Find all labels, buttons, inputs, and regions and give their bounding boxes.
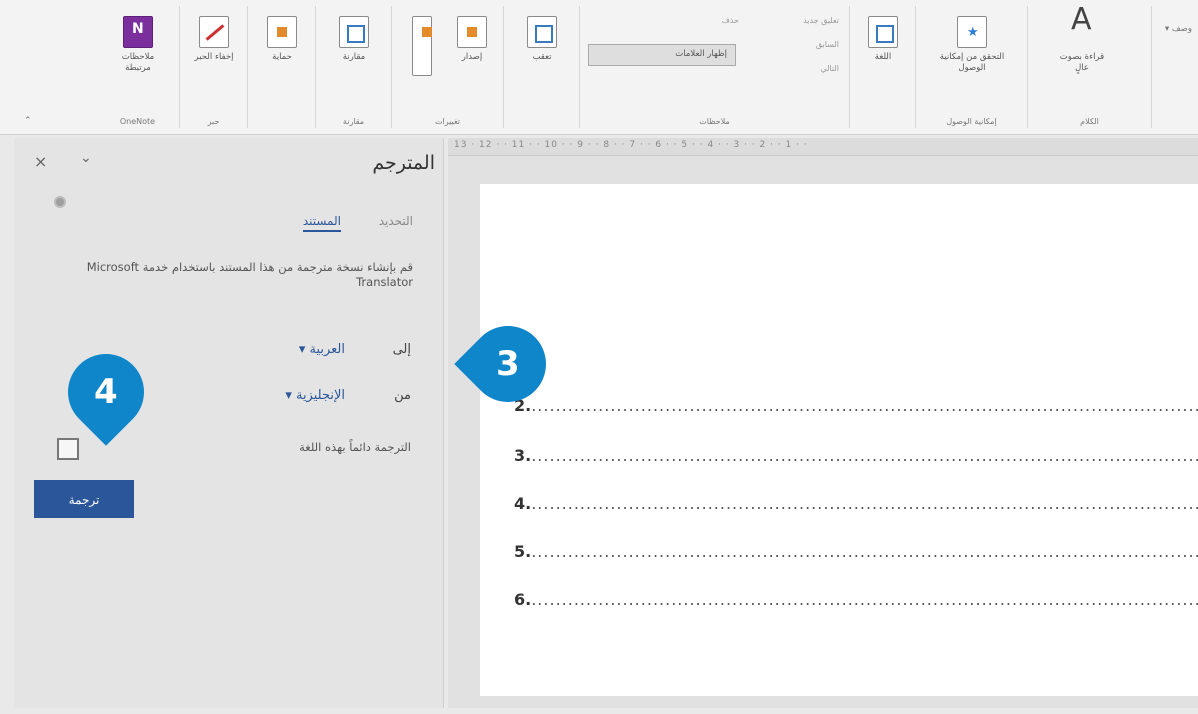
pane-title: المترجم [372, 152, 435, 174]
translate-button[interactable]: ترجمة [34, 480, 134, 518]
track-icon [527, 16, 557, 48]
speech-group: قراءة بصوت عالٍ الكلام [1028, 6, 1152, 128]
ruler-ticks: 13 · 12 · · 11 · · 10 · · 9 · · 8 · · 7 … [454, 140, 808, 150]
to-label: إلى [392, 342, 411, 357]
line-dots: ........................................… [531, 590, 1198, 609]
step-4-number: 4 [94, 371, 118, 412]
collapse-arrow-icon[interactable]: ⌃ [24, 116, 32, 126]
line-dots: ........................................… [531, 494, 1198, 513]
comments-group: تعليق جديد حذف السابق التالي ملاحظات [580, 6, 850, 128]
close-icon[interactable]: × [34, 152, 47, 171]
protect-button[interactable]: حماية [254, 16, 310, 63]
line-number: 5. [514, 542, 532, 561]
tab-selection[interactable]: التحديد [379, 214, 413, 228]
compare-icon [339, 16, 369, 48]
group-label-onenote: OneNote [119, 117, 156, 126]
language-group: اللغة [850, 6, 916, 128]
language-icon [868, 16, 898, 48]
ribbon: ملاحظات مرتبطة OneNote إخفاء الحبر حبر ح… [0, 0, 1198, 135]
tracking-group: تعقب [504, 6, 580, 128]
hide-ink-button[interactable]: إخفاء الحبر [186, 16, 242, 63]
previous-comment-button[interactable]: السابق [816, 40, 839, 49]
to-language-dropdown[interactable]: العربية ▾ [299, 342, 345, 357]
document-line: 6.......................................… [514, 590, 1198, 609]
delete-comment-button[interactable]: حذف [722, 16, 739, 25]
accept-icon [412, 16, 432, 76]
pane-description: قم بإنشاء نسخة مترجمة من هذا المستند باس… [86, 260, 413, 289]
group-label-speech: الكلام [1080, 117, 1099, 126]
onenote-icon [123, 16, 153, 48]
tab-document[interactable]: المستند [302, 214, 341, 232]
versions-button[interactable]: إصدار [448, 16, 496, 63]
line-number: 3. [514, 446, 532, 465]
line-dots: ........................................… [531, 446, 1198, 465]
settings-icon[interactable] [54, 196, 66, 208]
read-aloud-button[interactable]: قراءة بصوت عالٍ [1052, 14, 1112, 74]
always-translate-label: الترجمة دائماً بهذه اللغة [299, 440, 411, 454]
from-language-dropdown[interactable]: الإنجليزية ▾ [285, 388, 345, 403]
ribbon-more-dropdown[interactable]: وصف ▾ [1165, 24, 1192, 34]
check-accessibility-button[interactable]: التحقق من إمكانية الوصول [926, 16, 1018, 74]
compare-group: مقارنة مقارنة [316, 6, 392, 128]
document-page[interactable]: 2.......................................… [480, 184, 1198, 696]
group-label-ink: حبر [207, 117, 220, 126]
document-line: 3.......................................… [514, 446, 1198, 465]
changes-group: إصدار تغييرات [392, 6, 504, 128]
line-dots: ........................................… [531, 542, 1198, 561]
document-area: 2.......................................… [448, 156, 1198, 708]
new-comment-button[interactable]: تعليق جديد [803, 16, 839, 25]
line-number: 6. [514, 590, 532, 609]
linked-notes-button[interactable]: ملاحظات مرتبطة [108, 16, 168, 74]
chevron-down-icon[interactable]: ⌄ [80, 150, 92, 166]
accessibility-group: التحقق من إمكانية الوصول إمكانية الوصول [916, 6, 1028, 128]
accept-reject-buttons[interactable] [402, 16, 442, 80]
document-line: 5.......................................… [514, 542, 1198, 561]
onenote-group: ملاحظات مرتبطة OneNote [96, 6, 180, 128]
ruler: 13 · 12 · · 11 · · 10 · · 9 · · 8 · · 7 … [448, 138, 1198, 156]
pen-icon [199, 16, 229, 48]
from-label: من [394, 388, 411, 403]
version-icon [457, 16, 487, 48]
protect-icon [267, 16, 297, 48]
read-aloud-icon [1067, 14, 1097, 48]
line-dots: ........................................… [531, 396, 1198, 415]
document-line: 4.......................................… [514, 494, 1198, 513]
protect-group: حماية [248, 6, 316, 128]
translator-pane: المترجم × ⌄ المستند التحديد قم بإنشاء نس… [14, 138, 444, 708]
ink-group: إخفاء الحبر حبر [180, 6, 248, 128]
track-button[interactable]: تعقب [514, 16, 570, 63]
group-label-accessibility: إمكانية الوصول [946, 117, 997, 126]
line-number: 4. [514, 494, 532, 513]
compare-button[interactable]: مقارنة [326, 16, 382, 63]
language-button[interactable]: اللغة [858, 16, 908, 63]
step-3-number: 3 [496, 344, 520, 385]
document-line: 2.......................................… [514, 396, 1198, 415]
always-translate-checkbox[interactable] [57, 438, 79, 460]
group-label-compare: مقارنة [342, 117, 365, 126]
accessibility-icon [957, 16, 987, 48]
show-markup-dropdown[interactable]: إظهار العلامات [588, 44, 736, 66]
group-label-comments: ملاحظات [699, 117, 730, 126]
group-label-changes: تغييرات [434, 117, 461, 126]
next-comment-button[interactable]: التالي [820, 64, 839, 73]
